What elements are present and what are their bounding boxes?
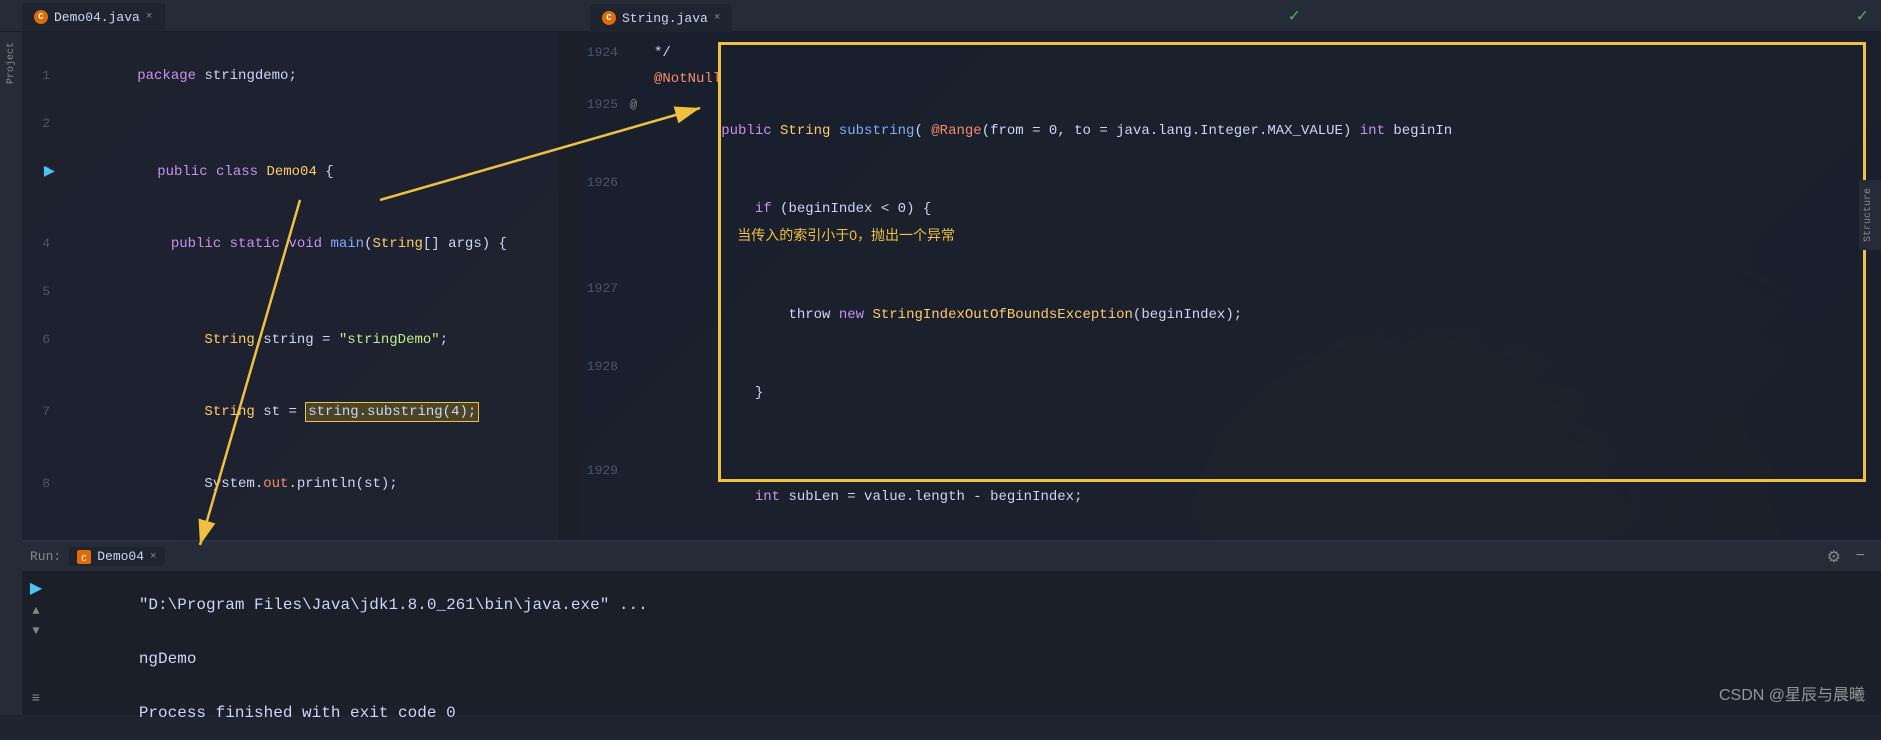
csdn-watermark: CSDN @星辰与晨曦 — [1719, 681, 1865, 705]
code-line-7: 7 String st = string.substring(4); — [22, 376, 580, 448]
right-line-1924: 1924 */ — [580, 40, 1881, 66]
settings-icon[interactable]: ⚙ — [1827, 547, 1841, 567]
right-line-notnull: @NotNull — [580, 66, 1881, 92]
run-tab-icon: C — [77, 550, 91, 564]
code-line-2: 2 — [22, 112, 580, 136]
run-output: "D:\Program Files\Java\jdk1.8.0_261\bin\… — [50, 572, 1881, 715]
code-line-1: 1 package stringdemo; — [22, 40, 580, 112]
run-tab-demo04[interactable]: C Demo04 × — [69, 547, 164, 566]
tab-string[interactable]: C String.java × — [590, 4, 732, 32]
run-tab-bar: Run: C Demo04 × ⚙ − — [22, 542, 1881, 572]
scroll-up-button[interactable]: ▲ — [32, 604, 39, 618]
tab-label-string: String.java — [622, 11, 708, 26]
run-output-ngdemo: ngDemo — [62, 632, 1869, 686]
sort-icon[interactable]: ≡ — [32, 691, 40, 707]
left-side-panels: Project — [0, 32, 22, 715]
run-command-line: "D:\Program Files\Java\jdk1.8.0_261\bin\… — [62, 578, 1869, 632]
code-line-5: 5 — [22, 280, 580, 304]
run-tab-label: Demo04 — [97, 549, 144, 564]
svg-text:C: C — [82, 554, 88, 564]
right-line-1929-empty — [580, 432, 1881, 458]
tab-bar: C Demo04.java × C String.java × ✓ ✓ — [0, 0, 1881, 32]
run-tab-close[interactable]: × — [150, 551, 157, 563]
code-line-8: 8 System.out.println(st); — [22, 448, 580, 520]
right-line-1928: 1928 } — [580, 354, 1881, 432]
right-line-1929: 1929 int subLen = value.length - beginIn… — [580, 458, 1881, 536]
project-tab[interactable]: Project — [4, 36, 19, 90]
structure-tab[interactable]: Structure — [1859, 180, 1881, 250]
tab-label-demo04: Demo04.java — [54, 10, 140, 25]
tab-demo04[interactable]: C Demo04.java × — [22, 3, 164, 31]
code-line-3: 3 ▶ public class Demo04 { — [22, 136, 580, 208]
checkmark-right: ✓ — [1856, 6, 1869, 26]
right-line-1926: 1926 if (beginIndex < 0) { 当传入的索引小于0，抛出一… — [580, 170, 1881, 276]
right-line-1927: 1927 throw new StringIndexOutOfBoundsExc… — [580, 276, 1881, 354]
run-label: Run: — [30, 549, 61, 564]
run-play-button[interactable]: ▶ — [30, 578, 42, 598]
run-output-finished: Process finished with exit code 0 — [62, 686, 1869, 740]
right-line-1925: 1925 @ public String substring( @Range(f… — [580, 92, 1881, 170]
checkmark-left: ✓ — [1288, 6, 1301, 26]
tab-close-string[interactable]: × — [714, 12, 721, 24]
minimize-icon[interactable]: − — [1855, 547, 1865, 565]
tab-close-demo04[interactable]: × — [146, 11, 153, 23]
tab-icon-string: C — [602, 11, 616, 25]
run-panel: Run: C Demo04 × ⚙ − ▶ ▲ ▼ ≡ "D:\Program … — [22, 540, 1881, 715]
code-line-4: 4 public static void main(String[] args)… — [22, 208, 580, 280]
tab-icon-demo04: C — [34, 10, 48, 24]
scroll-down-button[interactable]: ▼ — [32, 624, 39, 638]
code-line-6: 6 String string = "stringDemo"; — [22, 304, 580, 376]
